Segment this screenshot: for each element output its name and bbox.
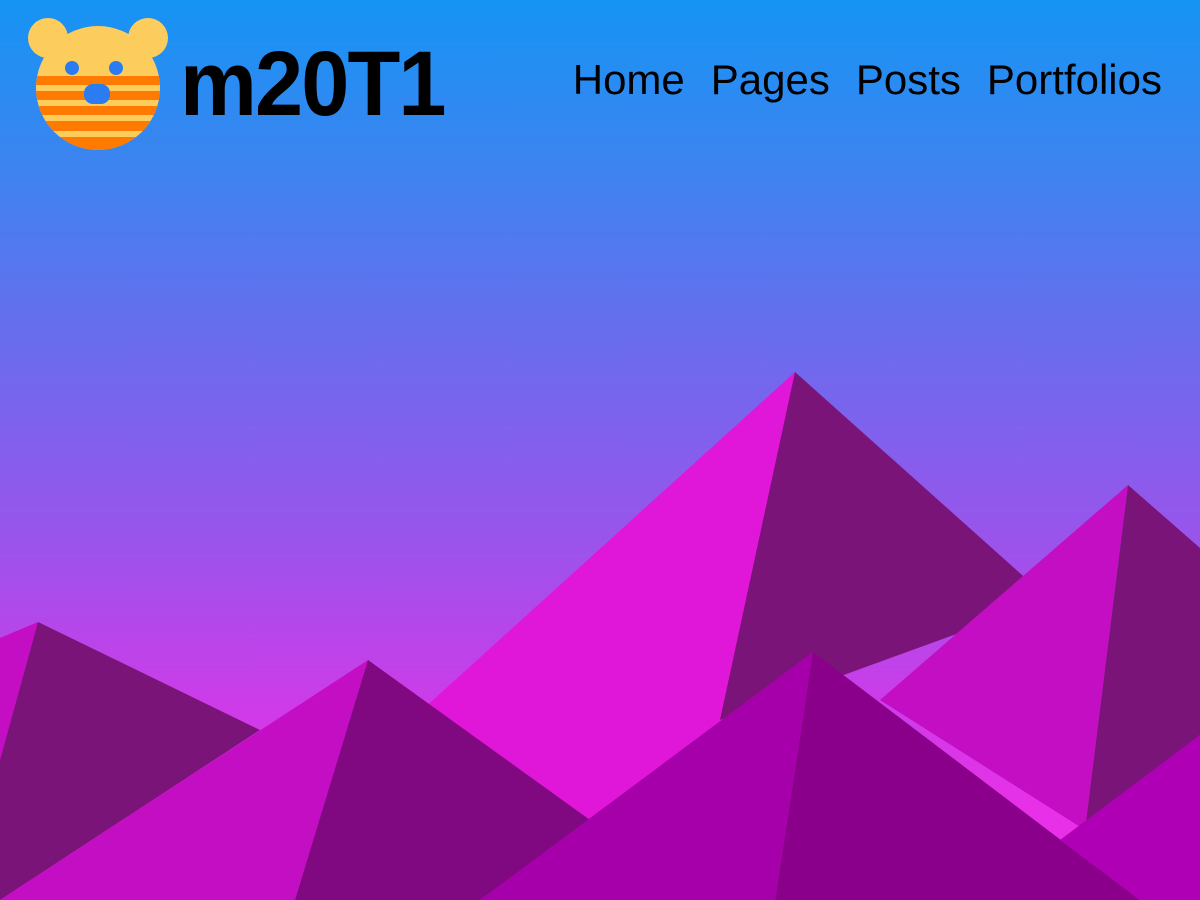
- hero-page: m20T1 Home Pages Posts Portfolios: [0, 0, 1200, 900]
- nav-item-home[interactable]: Home: [573, 56, 685, 104]
- main-nav: Home Pages Posts Portfolios: [573, 56, 1162, 104]
- bear-face-icon: [28, 18, 168, 150]
- nav-item-pages[interactable]: Pages: [711, 56, 830, 104]
- nav-item-posts[interactable]: Posts: [856, 56, 961, 104]
- site-title: m20T1: [180, 33, 446, 135]
- site-header: m20T1 Home Pages Posts Portfolios: [0, 0, 1200, 160]
- site-logo-link[interactable]: m20T1: [26, 16, 486, 156]
- nav-item-portfolios[interactable]: Portfolios: [987, 56, 1162, 104]
